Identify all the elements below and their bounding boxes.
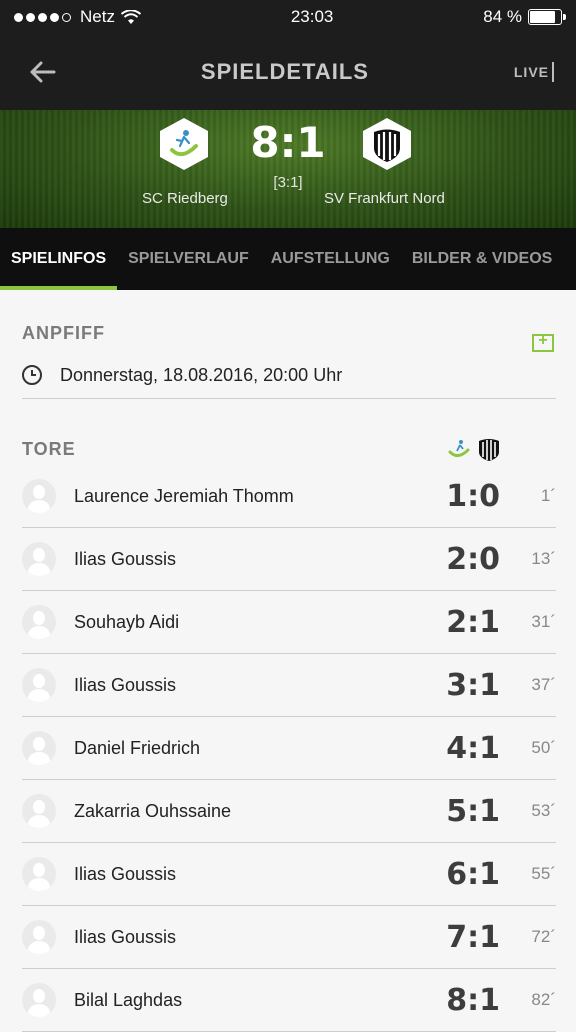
goal-minute: 37´ — [531, 675, 556, 694]
match-score: 8:1 — [250, 118, 326, 167]
match-info-content: ANPFIFF Donnerstag, 18.08.2016, 20:00 Uh… — [0, 290, 576, 1032]
goal-minute: 13´ — [531, 549, 556, 568]
anpfiff-heading: ANPFIFF — [22, 322, 105, 343]
avatar — [22, 668, 56, 702]
goal-minute: 72´ — [531, 927, 556, 946]
goal-row[interactable]: Zakarria Ouhssaine 5:1 53´ — [22, 780, 556, 843]
goal-scorer: Zakarria Ouhssaine — [74, 800, 232, 821]
tab-spielinfos[interactable]: SPIELINFOS — [0, 228, 118, 290]
goal-row[interactable]: Souhayb Aidi 2:1 31´ — [22, 591, 556, 654]
goal-minute: 82´ — [531, 990, 556, 1009]
goal-score: 2:1 — [446, 604, 500, 640]
goal-scorer: Ilias Goussis — [74, 926, 177, 947]
goal-row[interactable]: Ilias Goussis 7:1 72´ — [22, 906, 556, 969]
goal-minute: 1´ — [540, 486, 556, 505]
goal-score: 1:0 — [446, 478, 500, 514]
goal-scorer: Laurence Jeremiah Thomm — [74, 485, 294, 506]
halftime-score: [3:1] — [273, 174, 303, 191]
back-arrow-icon[interactable] — [28, 60, 56, 84]
goal-score: 2:0 — [446, 541, 500, 577]
text-cursor-icon — [552, 62, 554, 82]
away-team-small-logo — [479, 439, 499, 461]
goals-list: Laurence Jeremiah Thomm 1:0 1´ Ilias Gouss… — [22, 465, 556, 1032]
tab-bar: SPIELINFOS SPIELVERLAUF AUFSTELLUNG BILD… — [0, 228, 576, 290]
goal-scorer: Ilias Goussis — [74, 548, 177, 569]
tab-bilder-videos[interactable]: BILDER & VIDEOS — [401, 228, 563, 290]
avatar — [22, 731, 56, 765]
page-title: SPIELDETAILS — [200, 59, 369, 84]
home-team-small-logo — [448, 440, 470, 457]
goal-minute: 31´ — [531, 612, 556, 631]
away-team-logo[interactable] — [361, 116, 413, 172]
goal-scorer: Daniel Friedrich — [74, 737, 201, 758]
goal-scorer: Souhayb Aidi — [74, 611, 180, 632]
goal-score: 3:1 — [446, 667, 500, 703]
clock-time: 23:03 — [290, 7, 334, 26]
tab-aufstellung[interactable]: AUFSTELLUNG — [260, 228, 401, 290]
kickoff-datetime: Donnerstag, 18.08.2016, 20:00 Uhr — [60, 364, 343, 385]
clock-icon — [22, 365, 42, 385]
goal-score: 7:1 — [446, 919, 500, 955]
tore-heading: TORE — [22, 438, 76, 459]
goal-row[interactable]: Ilias Goussis 2:0 13´ — [22, 528, 556, 591]
avatar — [22, 479, 56, 513]
match-header: 8:1 [3:1] SC Riedberg SV Frankfurt Nord — [0, 110, 576, 228]
live-button[interactable]: LIVE — [514, 62, 554, 82]
goal-scorer: Ilias Goussis — [74, 674, 177, 695]
signal-strength-icon — [14, 7, 74, 27]
kickoff-datetime-row: Donnerstag, 18.08.2016, 20:00 Uhr — [22, 352, 556, 399]
wifi-icon — [120, 9, 141, 24]
goal-row[interactable]: Daniel Friedrich 4:1 50´ — [22, 717, 556, 780]
avatar — [22, 542, 56, 576]
avatar — [22, 794, 56, 828]
goal-score: 6:1 — [446, 856, 500, 892]
goal-row[interactable]: Bilal Laghdas 8:1 82´ — [22, 969, 556, 1032]
carrier-label: Netz — [80, 7, 115, 26]
goal-minute: 53´ — [531, 801, 556, 820]
tab-spielverlauf[interactable]: SPIELVERLAUF — [117, 228, 260, 290]
avatar — [22, 857, 56, 891]
goal-score: 8:1 — [446, 982, 500, 1018]
navigation-bar: SPIELDETAILS LIVE — [0, 34, 576, 110]
goal-scorer: Bilal Laghdas — [74, 989, 183, 1010]
home-team-name[interactable]: SC Riedberg — [142, 190, 228, 207]
avatar — [22, 983, 56, 1017]
goal-scorer: Ilias Goussis — [74, 863, 177, 884]
avatar — [22, 920, 56, 954]
status-bar: Netz 23:03 84 % — [0, 0, 576, 34]
battery-icon — [527, 9, 566, 25]
avatar — [22, 605, 56, 639]
goal-row[interactable]: Ilias Goussis 6:1 55´ — [22, 843, 556, 906]
goal-minute: 50´ — [531, 738, 556, 757]
goal-row[interactable]: Laurence Jeremiah Thomm 1:0 1´ — [22, 465, 556, 528]
away-team-name[interactable]: SV Frankfurt Nord — [324, 190, 445, 207]
live-label: LIVE — [513, 64, 549, 80]
add-to-calendar-icon[interactable] — [532, 332, 554, 352]
battery-percent: 84 % — [483, 7, 522, 26]
goal-score: 4:1 — [446, 730, 500, 766]
goal-score: 5:1 — [446, 793, 500, 829]
goal-minute: 55´ — [531, 864, 556, 883]
goal-row[interactable]: Ilias Goussis 3:1 37´ — [22, 654, 556, 717]
